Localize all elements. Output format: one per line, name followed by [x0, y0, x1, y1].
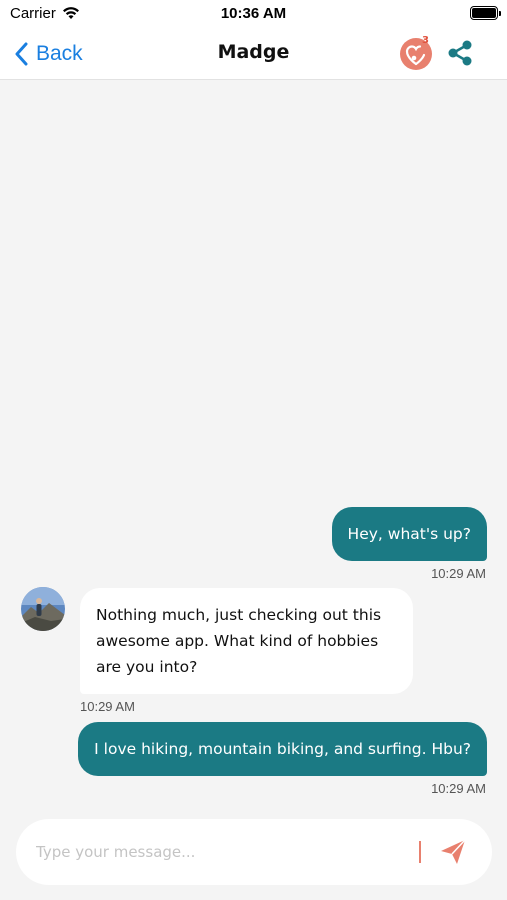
likes-button[interactable]: 3: [398, 35, 436, 71]
avatar[interactable]: [21, 587, 65, 631]
nav-bar: Back Madge 3: [0, 28, 507, 80]
chat-area[interactable]: Hey, what's up? 10:29 AM Nothing much, j…: [0, 81, 507, 811]
likes-count-badge: 3: [422, 35, 429, 46]
message-text: I love hiking, mountain biking, and surf…: [94, 740, 471, 758]
message-input[interactable]: [36, 837, 406, 867]
share-nodes-icon: [448, 40, 472, 66]
message-composer: [16, 819, 492, 885]
message-bubble-incoming: Nothing much, just checking out this awe…: [80, 588, 413, 694]
status-time: 10:36 AM: [220, 5, 287, 22]
battery-icon: [470, 6, 501, 20]
message-time: 10:29 AM: [80, 699, 135, 714]
message-time: 10:29 AM: [431, 566, 486, 581]
message-text: Hey, what's up?: [347, 525, 471, 543]
paper-plane-icon: [441, 839, 466, 864]
message-bubble-outgoing: Hey, what's up?: [331, 507, 487, 561]
input-divider: [419, 841, 421, 863]
message-text: Nothing much, just checking out this awe…: [96, 606, 382, 676]
message-bubble-outgoing: I love hiking, mountain biking, and surf…: [78, 722, 487, 776]
message-time: 10:29 AM: [431, 781, 486, 796]
share-button[interactable]: [446, 39, 474, 67]
send-button[interactable]: [438, 837, 468, 867]
status-bar: Carrier 10:36 AM: [0, 0, 507, 28]
